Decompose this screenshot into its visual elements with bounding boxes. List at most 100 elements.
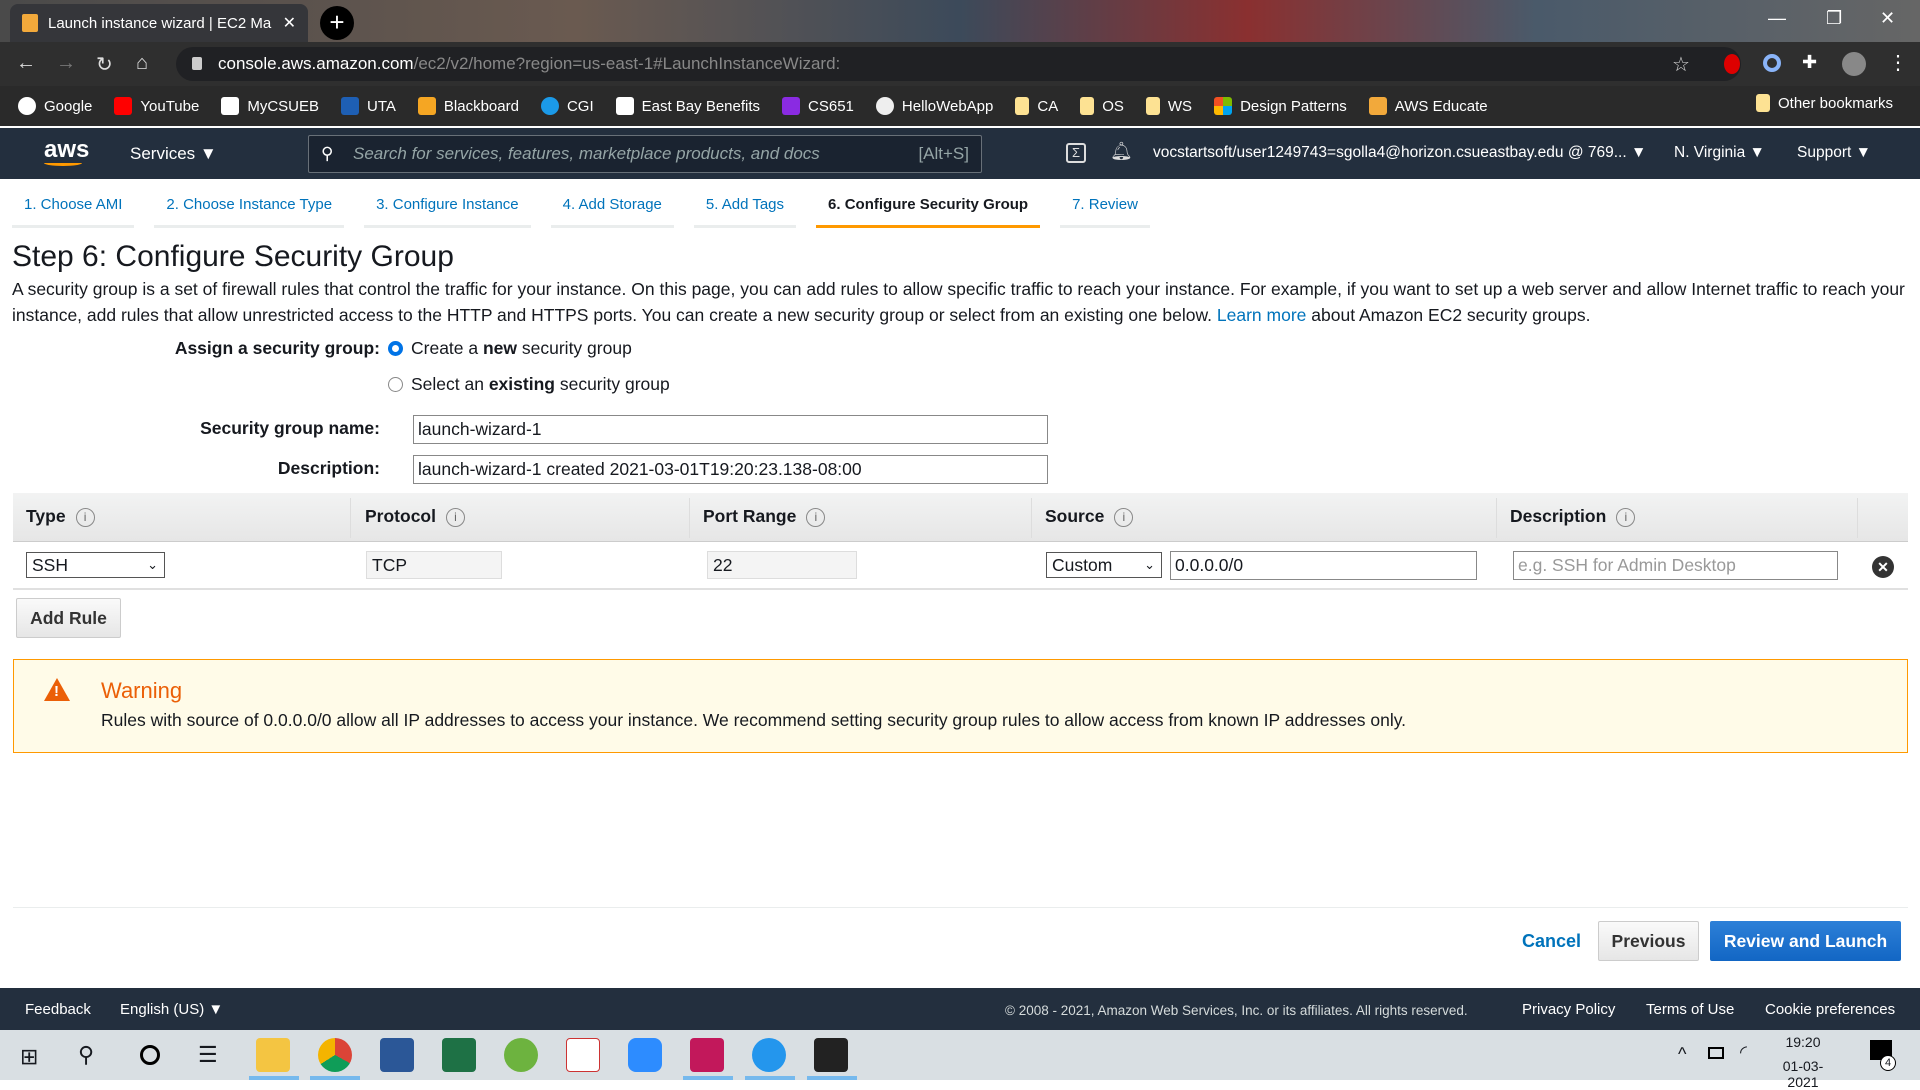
bell-icon[interactable]: 🔔︎ <box>1110 141 1133 162</box>
bookmark-mycsueb[interactable]: MyCSUEB <box>221 97 319 115</box>
chrome-icon[interactable] <box>318 1038 352 1072</box>
tab-choose-ami[interactable]: 1. Choose AMI <box>12 186 135 228</box>
tab-configure-security-group[interactable]: 6. Configure Security Group <box>816 186 1041 228</box>
feedback-link[interactable]: Feedback <box>25 1001 91 1018</box>
info-icon[interactable]: i <box>806 508 826 527</box>
bookmark-label: OS <box>1102 97 1124 115</box>
zoom-icon[interactable] <box>628 1038 662 1072</box>
opt-text: security group <box>554 374 670 394</box>
extension-icon[interactable] <box>1763 54 1781 72</box>
puzzle-icon[interactable]: ✚ <box>1802 52 1817 73</box>
browser-tab[interactable]: Launch instance wizard | EC2 Ma ✕ <box>10 4 308 42</box>
menu-icon[interactable]: ⋮ <box>1888 50 1908 75</box>
cortana-icon[interactable] <box>140 1045 160 1065</box>
learn-more-link[interactable]: Learn more <box>1217 305 1307 325</box>
tab-add-storage[interactable]: 4. Add Storage <box>550 186 674 228</box>
new-tab-button[interactable]: + <box>320 6 354 40</box>
windows-start-icon[interactable]: ⊞ <box>20 1044 38 1070</box>
docker-icon[interactable] <box>752 1038 786 1072</box>
bookmark-label: AWS Educate <box>1394 97 1488 115</box>
bookmark-cs651[interactable]: CS651 <box>782 97 854 115</box>
folder-icon <box>1015 97 1030 115</box>
reload-icon[interactable]: ↻ <box>96 52 113 77</box>
url-input[interactable]: console.aws.amazon.com/ec2/v2/home?regio… <box>176 47 1741 81</box>
close-tab-icon[interactable]: ✕ <box>283 13 296 33</box>
bookmark-google[interactable]: Google <box>18 97 92 115</box>
support-menu[interactable]: Support ▼ <box>1797 144 1871 162</box>
star-icon[interactable]: ☆ <box>1672 52 1690 77</box>
sticky-notes-icon[interactable] <box>814 1038 848 1072</box>
bookmark-ca[interactable]: CA <box>1015 97 1058 115</box>
bookmark-aws-educate[interactable]: AWS Educate <box>1368 97 1488 115</box>
home-icon[interactable]: ⌂ <box>136 52 148 75</box>
aws-logo[interactable]: aws <box>44 136 89 166</box>
source-cidr-input[interactable]: 0.0.0.0/0 <box>1170 551 1477 580</box>
bookmark-blackboard[interactable]: Blackboard <box>417 97 519 115</box>
info-icon[interactable]: i <box>75 508 95 527</box>
add-rule-button[interactable]: Add Rule <box>16 598 121 638</box>
bookmark-uta[interactable]: UTA <box>341 97 396 115</box>
close-window-icon[interactable]: ✕ <box>1880 8 1895 29</box>
forward-icon[interactable]: → <box>56 52 76 75</box>
cookie-preferences-link[interactable]: Cookie preferences <box>1765 1001 1895 1018</box>
language-select[interactable]: English (US) ▼ <box>120 1001 223 1018</box>
blackboard-icon <box>417 97 436 115</box>
minimize-icon[interactable]: — <box>1768 8 1786 29</box>
adblock-icon[interactable] <box>1724 54 1740 74</box>
bookmark-east-bay-benefits[interactable]: East Bay Benefits <box>615 97 761 115</box>
remove-rule-icon[interactable]: ✕ <box>1872 556 1894 578</box>
tab-choose-instance-type[interactable]: 2. Choose Instance Type <box>154 186 345 228</box>
task-view-icon[interactable]: ☰ <box>198 1042 218 1068</box>
services-menu[interactable]: Services ▼ <box>130 144 217 164</box>
clock-date[interactable]: 01-03-2021 <box>1770 1058 1836 1090</box>
review-and-launch-button[interactable]: Review and Launch <box>1710 921 1901 961</box>
cloudshell-icon[interactable]: Σ <box>1066 143 1086 163</box>
aws-search-input[interactable]: ⚲ Search for services, features, marketpl… <box>308 135 982 173</box>
info-icon[interactable]: i <box>445 508 465 527</box>
snipping-tool-icon[interactable] <box>566 1038 600 1072</box>
excel-icon[interactable] <box>442 1038 476 1072</box>
radio-create-new[interactable]: Create a new security group <box>388 338 632 359</box>
bookmark-os[interactable]: OS <box>1080 97 1124 115</box>
bookmark-cgi[interactable]: CGI <box>540 97 594 115</box>
restore-icon[interactable]: ❐ <box>1826 8 1842 29</box>
search-icon[interactable]: ⚲ <box>78 1042 94 1068</box>
google-icon <box>18 97 36 115</box>
wifi-icon[interactable]: ◜ <box>1740 1042 1747 1063</box>
word-icon[interactable] <box>380 1038 414 1072</box>
tab-configure-instance[interactable]: 3. Configure Instance <box>364 186 531 228</box>
bookmark-ws[interactable]: WS <box>1145 97 1192 115</box>
profile-avatar[interactable] <box>1842 52 1866 76</box>
other-bookmarks[interactable]: Other bookmarks <box>1756 94 1893 112</box>
previous-button[interactable]: Previous <box>1598 921 1699 961</box>
clock-time[interactable]: 19:20 <box>1770 1034 1836 1050</box>
info-icon[interactable]: i <box>1616 508 1636 527</box>
terms-link[interactable]: Terms of Use <box>1646 1001 1734 1018</box>
rubymine-icon[interactable] <box>690 1038 724 1072</box>
sg-description-input[interactable]: launch-wizard-1 created 2021-03-01T19:20… <box>413 455 1048 484</box>
tab-review[interactable]: 7. Review <box>1060 186 1150 228</box>
radio-select-existing[interactable]: Select an existing security group <box>388 374 670 395</box>
bookmark-label: East Bay Benefits <box>641 97 761 115</box>
bookmark-youtube[interactable]: YouTube <box>114 97 199 115</box>
cancel-link[interactable]: Cancel <box>1522 931 1581 952</box>
bookmark-design-patterns[interactable]: Design Patterns <box>1214 97 1347 115</box>
back-icon[interactable]: ← <box>16 52 36 75</box>
info-icon[interactable]: i <box>1114 508 1134 527</box>
region-menu[interactable]: N. Virginia ▼ <box>1674 144 1765 162</box>
account-menu[interactable]: vocstartsoft/user1249743=sgolla4@horizon… <box>1153 144 1646 162</box>
bookmark-hellowebapp[interactable]: HelloWebApp <box>875 97 993 115</box>
rule-description-input[interactable]: e.g. SSH for Admin Desktop <box>1513 551 1838 580</box>
battery-icon[interactable] <box>1708 1047 1724 1059</box>
privacy-link[interactable]: Privacy Policy <box>1522 1001 1615 1018</box>
source-type-select[interactable]: Custom ⌄ <box>1046 552 1162 578</box>
type-select[interactable]: SSH ⌄ <box>26 552 165 578</box>
sg-name-input[interactable]: launch-wizard-1 <box>413 415 1048 444</box>
tray-chevron-icon[interactable]: ^ <box>1678 1044 1686 1065</box>
bookmark-label: CA <box>1037 97 1059 115</box>
col-source: Source i <box>1045 506 1134 527</box>
file-explorer-icon[interactable] <box>256 1038 290 1072</box>
spring-icon[interactable] <box>504 1038 538 1072</box>
running-indicator <box>807 1076 857 1080</box>
tab-add-tags[interactable]: 5. Add Tags <box>693 186 797 228</box>
